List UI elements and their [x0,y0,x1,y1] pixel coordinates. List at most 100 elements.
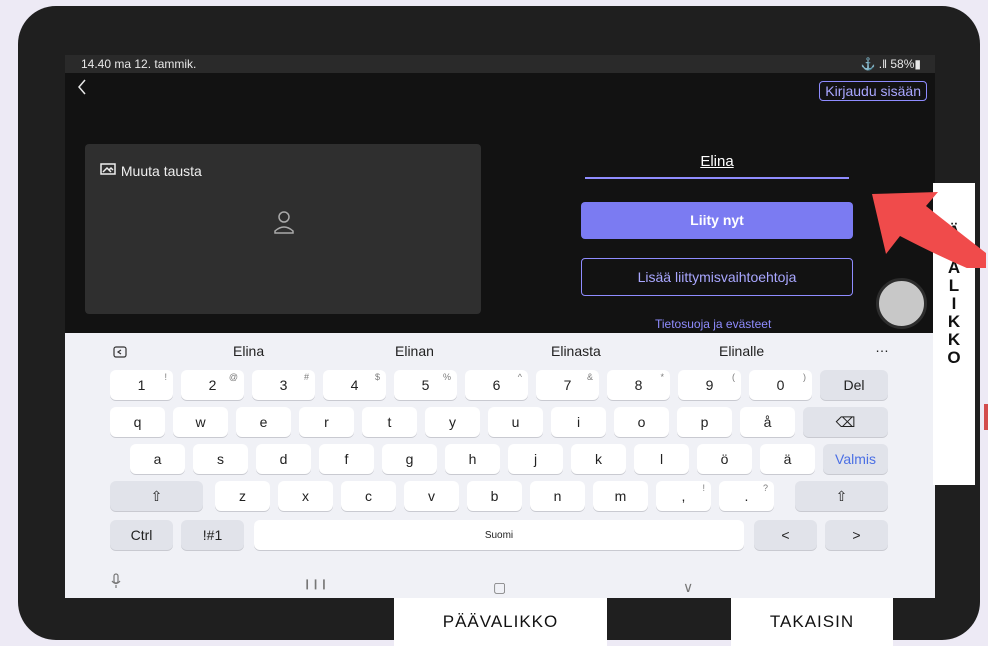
key-a-umlaut[interactable]: ä [760,444,815,474]
back-label: TAKAISIN [731,598,893,646]
key-label: , [681,488,686,504]
name-input-value: Elina [700,153,734,170]
key-u[interactable]: u [488,407,543,437]
key-l[interactable]: l [634,444,689,474]
key-v[interactable]: v [404,481,459,511]
key-3[interactable]: 3 # [252,370,315,400]
key-8[interactable]: 8 * [607,370,670,400]
key-4[interactable]: 4 $ [323,370,386,400]
status-battery: ⚓ .‖ 58%▮ [860,57,921,71]
change-background-button[interactable]: Muuta tausta [99,162,202,179]
home-nav-icon[interactable]: ▢ [493,579,506,596]
key-2[interactable]: 2 @ [181,370,244,400]
key-sup: ( [732,372,735,382]
symbols-key[interactable]: !#1 [181,520,244,550]
key-sup: # [303,372,309,382]
left-arrow-key[interactable]: < [754,520,817,550]
camera-preview: Muuta tausta [85,144,481,314]
right-arrow-key[interactable]: > [825,520,888,550]
red-arrow-tail [984,404,988,430]
key-q[interactable]: q [110,407,165,437]
key-k[interactable]: k [571,444,626,474]
key-w[interactable]: w [173,407,228,437]
key-t[interactable]: t [362,407,417,437]
change-background-label: Muuta tausta [120,163,202,179]
key-label: 5 [421,377,430,393]
key-a[interactable]: a [130,444,185,474]
recent-apps-icon[interactable]: ❙❙❙ [303,579,328,590]
key-m[interactable]: m [593,481,648,511]
key-o[interactable]: o [614,407,669,437]
chevron-left-icon [78,79,86,95]
key-5[interactable]: 5% [394,370,457,400]
shift-key-left[interactable]: ⇧ [110,481,203,511]
key-sup: ? [762,483,768,493]
key-label: 8 [634,377,643,393]
key-e[interactable]: e [236,407,291,437]
delete-key[interactable]: Del [820,370,888,400]
key-label: . [744,488,749,504]
shift-key-right[interactable]: ⇧ [795,481,888,511]
key-b[interactable]: b [467,481,522,511]
key-sup: ! [702,483,705,493]
key-label: 6 [492,377,501,393]
suggestion-4[interactable]: Elinalle [719,343,764,359]
hide-keyboard-icon[interactable]: ∨ [683,579,693,596]
key-sup: & [586,372,593,382]
key-s[interactable]: s [193,444,248,474]
key-6[interactable]: 6 ^ [465,370,528,400]
key-z[interactable]: z [215,481,270,511]
key-a-ring[interactable]: å [740,407,795,437]
key-sup: * [660,372,664,382]
key-d[interactable]: d [256,444,311,474]
background-icon [100,163,116,175]
privacy-link[interactable]: Tietosuoja ja evästeet [655,317,771,331]
key-g[interactable]: g [382,444,437,474]
key-sup: ) [803,372,806,382]
key-label: 7 [563,377,572,393]
key-0[interactable]: 0) [749,370,812,400]
app-screen: 14.40 ma 12. tammik. ⚓ .‖ 58%▮ Kirjaudu … [65,55,935,598]
key-r[interactable]: r [299,407,354,437]
key-label: 9 [705,377,714,393]
key-i[interactable]: i [551,407,606,437]
key-sup: $ [374,372,380,382]
more-join-options-button[interactable]: Lisää liittymisvaihtoehtoja [581,258,853,296]
key-f[interactable]: f [319,444,374,474]
key-x[interactable]: x [278,481,333,511]
key-1[interactable]: 1! [110,370,173,400]
join-now-button[interactable]: Liity nyt [581,202,853,239]
name-input[interactable]: Elina [585,153,849,179]
key-o-umlaut[interactable]: ö [697,444,752,474]
more-suggestions-icon[interactable]: … [875,339,889,355]
space-key[interactable]: Suomi [254,520,744,550]
key-n[interactable]: n [530,481,585,511]
key-label: 0 [776,377,785,393]
done-key[interactable]: Valmis [823,444,888,474]
key-c[interactable]: c [341,481,396,511]
back-button[interactable] [77,79,87,100]
login-button[interactable]: Kirjaudu sisään [819,81,927,101]
key-y[interactable]: y [425,407,480,437]
key-label: 2 [208,377,217,393]
key-7[interactable]: 7 & [536,370,599,400]
key-h[interactable]: h [445,444,500,474]
key-label: 4 [350,377,359,393]
suggestion-1[interactable]: Elina [233,343,264,359]
backspace-key[interactable]: ⌫ [803,407,888,437]
key-9[interactable]: 9( [678,370,741,400]
key-comma[interactable]: ,! [656,481,711,511]
suggestion-2[interactable]: Elinan [395,343,434,359]
key-sup: @ [228,372,238,382]
floating-home-button[interactable] [876,278,927,329]
key-p[interactable]: p [677,407,732,437]
key-period[interactable]: .? [719,481,774,511]
ctrl-key[interactable]: Ctrl [110,520,173,550]
key-sup: ^ [517,372,522,382]
key-j[interactable]: j [508,444,563,474]
suggestion-3[interactable]: Elinasta [551,343,601,359]
microphone-icon[interactable] [111,573,121,589]
keyboard-collapse-icon[interactable] [113,346,127,358]
onscreen-keyboard: Elina Elinan Elinasta Elinalle … 1! 2 @ 3… [65,333,935,598]
person-icon [274,211,294,234]
